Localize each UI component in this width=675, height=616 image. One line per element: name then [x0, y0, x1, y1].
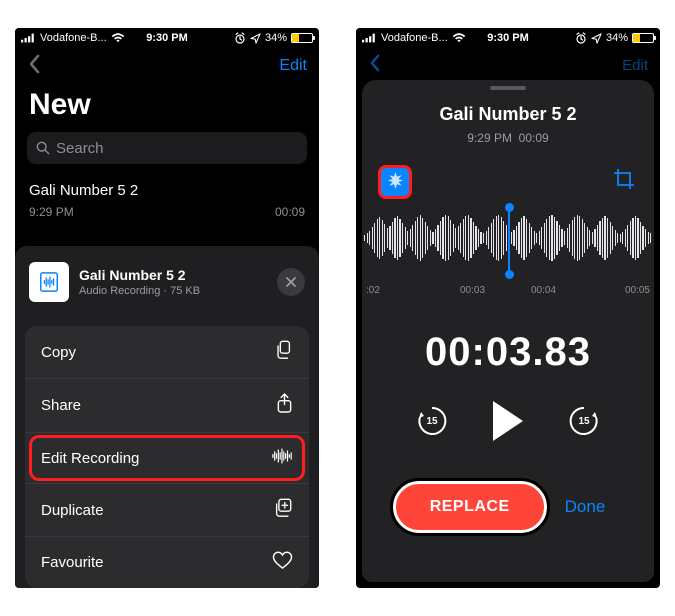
- recording-duration: 00:09: [519, 131, 549, 145]
- file-thumbnail: [29, 262, 69, 302]
- action-duplicate[interactable]: Duplicate: [25, 484, 309, 537]
- action-share[interactable]: Share: [25, 379, 309, 433]
- recording-row[interactable]: Gali Number 5 2 9:29 PM 00:09: [15, 174, 319, 240]
- trim-button[interactable]: [610, 165, 638, 193]
- back-button[interactable]: [27, 54, 41, 79]
- location-icon: [250, 33, 261, 44]
- recording-time: 9:29 PM: [467, 131, 512, 145]
- alarm-icon: [234, 32, 246, 44]
- edit-button[interactable]: Edit: [279, 57, 307, 75]
- signal-icon: [21, 33, 36, 43]
- battery-pct-label: 34%: [606, 32, 628, 44]
- carrier-label: Vodafone-B...: [381, 32, 448, 44]
- done-button[interactable]: Done: [565, 497, 606, 517]
- recording-title: Gali Number 5 2: [362, 104, 654, 125]
- play-button[interactable]: [493, 401, 523, 441]
- skip-back-seconds: 15: [415, 405, 449, 438]
- phone-left: Vodafone-B... 9:30 PM 34% Edit New Searc…: [15, 28, 319, 588]
- transport-controls: 15 15: [362, 401, 654, 441]
- enhance-button-highlight: [378, 165, 412, 199]
- action-share-label: Share: [41, 397, 81, 414]
- search-placeholder: Search: [56, 140, 104, 157]
- sheet-header: Gali Number 5 2 Audio Recording · 75 KB: [15, 252, 319, 316]
- battery-icon: [291, 33, 313, 43]
- tick-label: 00:05: [579, 285, 650, 296]
- action-copy[interactable]: Copy: [25, 326, 309, 379]
- signal-icon: [362, 33, 377, 43]
- nav-row: Edit: [15, 48, 319, 82]
- enhance-button[interactable]: [386, 170, 405, 194]
- search-input[interactable]: Search: [27, 132, 307, 164]
- battery-pct-label: 34%: [265, 32, 287, 44]
- action-favourite[interactable]: Favourite: [25, 537, 309, 588]
- sheet-subtitle: Audio Recording · 75 KB: [79, 285, 200, 297]
- skip-forward-button[interactable]: 15: [567, 404, 601, 438]
- back-button[interactable]: [368, 54, 381, 77]
- waveform-icon: [271, 447, 293, 469]
- wifi-icon: [452, 33, 466, 43]
- page-title: New: [15, 82, 319, 132]
- search-icon: [36, 141, 50, 155]
- action-favourite-label: Favourite: [41, 554, 104, 571]
- status-bar: Vodafone-B... 9:30 PM 34%: [15, 28, 319, 48]
- close-icon: [285, 276, 297, 288]
- sheet-title: Gali Number 5 2: [79, 267, 200, 283]
- clock-label: 9:30 PM: [146, 32, 188, 44]
- recording-title: Gali Number 5 2: [29, 182, 305, 199]
- carrier-label: Vodafone-B...: [40, 32, 107, 44]
- replace-button[interactable]: REPLACE: [393, 481, 547, 533]
- crop-icon: [613, 168, 635, 190]
- clock-label: 9:30 PM: [487, 32, 529, 44]
- tick-label: 00:03: [437, 285, 508, 296]
- wifi-icon: [111, 33, 125, 43]
- close-button[interactable]: [277, 268, 305, 296]
- timeline-ticks: :02 00:03 00:04 00:05: [362, 285, 654, 296]
- recording-subtitle: 9:29 PM 00:09: [362, 131, 654, 145]
- edit-button[interactable]: Edit: [622, 57, 648, 74]
- battery-icon: [632, 33, 654, 43]
- nav-row: Edit: [356, 48, 660, 76]
- copy-icon: [274, 340, 293, 364]
- playhead[interactable]: [508, 207, 510, 275]
- enhance-icon: [386, 170, 405, 189]
- recording-duration: 00:09: [275, 205, 305, 219]
- skip-back-button[interactable]: 15: [415, 404, 449, 438]
- action-duplicate-label: Duplicate: [41, 502, 104, 519]
- action-edit-recording[interactable]: Edit Recording: [25, 433, 309, 484]
- action-list: Copy Share Edit Recording Duplicate: [25, 326, 309, 588]
- editor-panel: Gali Number 5 2 9:29 PM 00:09 :02 00:03 …: [362, 80, 654, 582]
- skip-forward-seconds: 15: [567, 405, 601, 438]
- status-bar: Vodafone-B... 9:30 PM 34%: [356, 28, 660, 48]
- heart-icon: [272, 551, 293, 574]
- alarm-icon: [575, 32, 587, 44]
- action-edit-recording-label: Edit Recording: [41, 450, 139, 467]
- tick-label: :02: [366, 285, 437, 296]
- waveform[interactable]: [362, 213, 654, 283]
- tick-label: 00:04: [508, 285, 579, 296]
- duplicate-icon: [273, 498, 293, 522]
- waveform-file-icon: [38, 271, 60, 293]
- location-icon: [591, 33, 602, 44]
- current-time: 00:03.83: [362, 330, 654, 375]
- action-copy-label: Copy: [41, 344, 76, 361]
- share-icon: [276, 393, 293, 418]
- sheet-grabber[interactable]: [490, 86, 526, 90]
- recording-time: 9:29 PM: [29, 205, 74, 219]
- phone-right: Vodafone-B... 9:30 PM 34% Edit Gali Numb…: [356, 28, 660, 588]
- share-sheet: Gali Number 5 2 Audio Recording · 75 KB …: [15, 246, 319, 588]
